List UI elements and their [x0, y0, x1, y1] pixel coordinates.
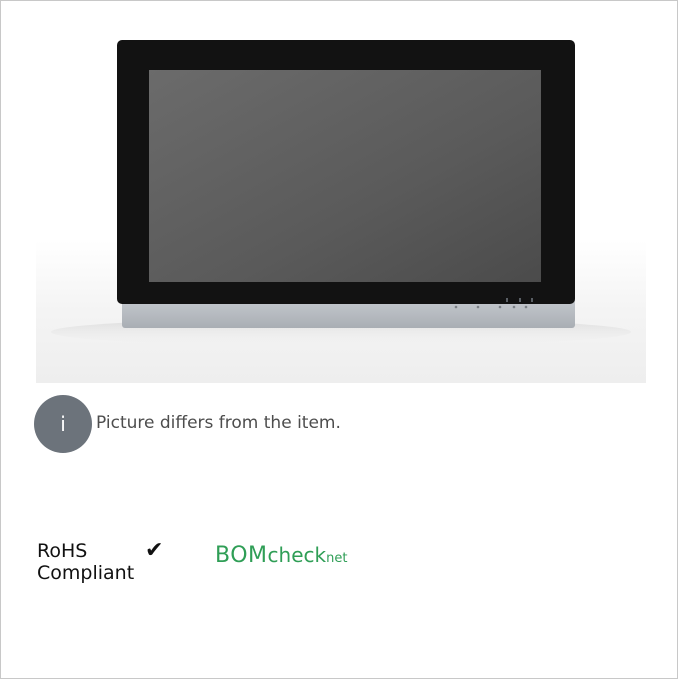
led-dot — [512, 305, 516, 309]
picture-notice: i Picture differs from the item. — [34, 395, 634, 453]
product-card: i Picture differs from the item. RoHS Co… — [0, 0, 678, 679]
bomcheck-logo-bom: BOM — [215, 543, 268, 568]
rohs-label: RoHS — [37, 540, 88, 562]
led-dot — [454, 305, 458, 309]
led-dot — [524, 305, 528, 309]
led-tab — [506, 298, 508, 302]
product-image — [36, 26, 646, 383]
check-icon: ✔ — [145, 538, 164, 563]
info-glyph: i — [60, 412, 66, 436]
rohs-compliant-logo: RoHS Compliant ✔ — [37, 538, 187, 600]
led-tab — [531, 298, 533, 302]
rohs-compliant-label: Compliant — [37, 562, 135, 584]
monitor-illustration — [51, 40, 631, 346]
led-tab — [519, 298, 521, 302]
notice-text: Picture differs from the item. — [96, 413, 341, 433]
bomcheck-logo: BOMchecknet — [215, 543, 347, 573]
info-icon: i — [34, 395, 92, 453]
bomcheck-logo-check: check — [267, 543, 327, 567]
monitor-screen — [149, 70, 541, 282]
bomcheck-logo-net: net — [326, 551, 348, 566]
led-dot — [498, 305, 502, 309]
led-dot — [476, 305, 480, 309]
